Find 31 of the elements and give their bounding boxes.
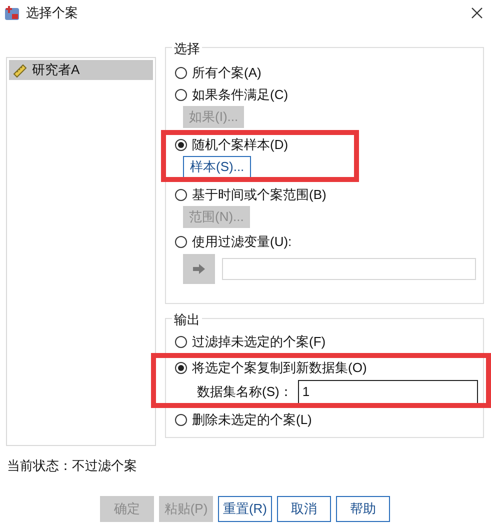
option-label[interactable]: 所有个案(A) — [192, 63, 262, 83]
variable-list[interactable]: 研究者A — [6, 57, 156, 446]
dialog-button[interactable]: 重置(R) — [218, 496, 272, 522]
option-label[interactable]: 将选定个案复制到新数据集(O) — [192, 358, 367, 378]
option-button[interactable]: 样本(S)... — [183, 156, 252, 178]
radio-button[interactable] — [175, 89, 187, 101]
option-label[interactable]: 删除未选定的个案(L) — [192, 410, 312, 430]
option-label[interactable]: 随机个案样本(D) — [192, 135, 288, 155]
close-icon[interactable] — [471, 7, 483, 19]
radio-button[interactable] — [175, 336, 187, 348]
variable-field[interactable] — [222, 258, 476, 280]
option-label[interactable]: 如果条件满足(C) — [192, 85, 288, 105]
radio-button[interactable] — [175, 362, 187, 374]
status-text: 当前状态：不过滤个案 — [7, 457, 138, 475]
dataset-name-field[interactable]: 1 — [298, 380, 478, 404]
variable-item[interactable]: 研究者A — [9, 60, 153, 80]
window-title: 选择个案 — [26, 4, 78, 22]
app-icon — [4, 5, 20, 21]
radio-button[interactable] — [175, 67, 187, 79]
dialog-button[interactable]: 取消 — [277, 496, 331, 522]
radio-button[interactable] — [175, 189, 187, 201]
arrow-icon — [193, 264, 205, 274]
radio-button[interactable] — [175, 139, 187, 151]
option-label[interactable]: 过滤掉未选定的个案(F) — [192, 332, 326, 352]
option-label[interactable]: 使用过滤变量(U): — [192, 232, 292, 252]
ruler-icon — [12, 62, 28, 78]
radio-button[interactable] — [175, 236, 187, 248]
radio-button[interactable] — [175, 414, 187, 426]
field-label: 数据集名称(S)： — [197, 383, 292, 402]
option-label[interactable]: 基于时间或个案范围(B) — [192, 185, 326, 205]
dialog-button[interactable]: 帮助 — [336, 496, 390, 522]
